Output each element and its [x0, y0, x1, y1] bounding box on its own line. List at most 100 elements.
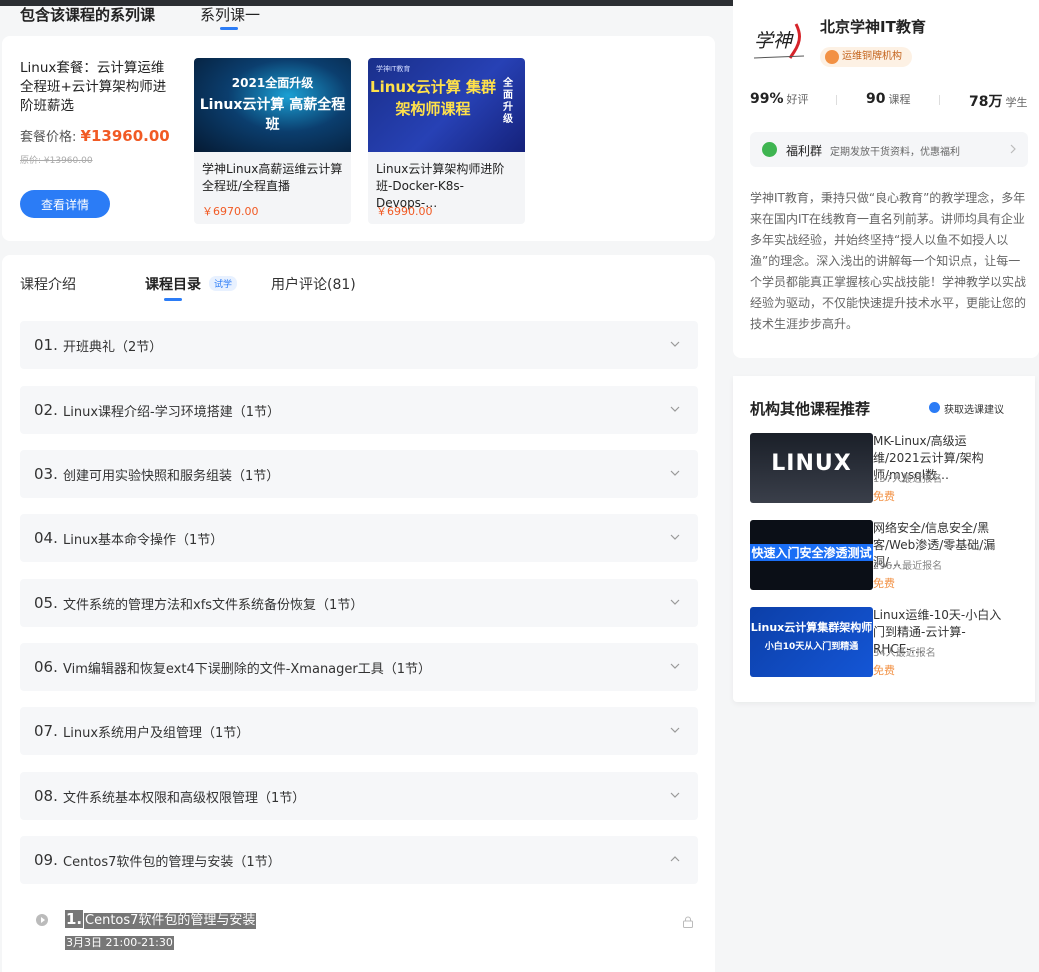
chapter-title: Linux课程介绍-学习环境搭建（1节）	[63, 404, 280, 420]
tab-course-intro[interactable]: 课程介绍	[20, 274, 76, 294]
chapter-title: 创建可用实验快照和服务组装（1节）	[63, 468, 280, 484]
tab-underline	[220, 27, 238, 30]
chapter-item[interactable]: 02. Linux课程介绍-学习环境搭建（1节）	[20, 386, 698, 434]
tab-user-reviews[interactable]: 用户评论(81)	[271, 274, 356, 294]
chapter-number: 04.	[34, 529, 58, 547]
divider	[836, 95, 837, 105]
recommend-thumbnail: LINUX	[750, 433, 873, 503]
chapter-item[interactable]: 01. 开班典礼（2节）	[20, 321, 698, 369]
lesson-item[interactable]: 1. Centos7软件包的管理与安装 3月3日 21:00-21:30	[36, 910, 696, 956]
recommend-price: 免费	[873, 490, 895, 503]
recommend-price: 免费	[873, 664, 895, 677]
chapter-item[interactable]: 04. Linux基本命令操作（1节）	[20, 514, 698, 562]
tab-catalog-label: 课程目录	[145, 277, 201, 293]
recommend-count: 34人最近报名	[873, 648, 936, 659]
thumbnail-headline: Linux云计算 高薪全程班	[199, 97, 346, 133]
thumbnail-side-text: 全面升级	[503, 78, 513, 125]
lesson-time: 3月3日 21:00-21:30	[65, 936, 174, 950]
thumbnail-caption: 2021全面升级	[231, 76, 314, 90]
chevron-down-icon	[670, 406, 680, 412]
recommend-item[interactable]: 快速入门安全渗透测试 网络安全/信息安全/黑客/Web渗透/零基础/漏洞/… 2…	[750, 520, 1025, 590]
welfare-description: 定期发放干货资料，优惠福利	[830, 147, 960, 158]
chapter-title: Vim编辑器和恢复ext4下误删除的文件-Xmanager工具（1节）	[63, 661, 432, 677]
stat-rating: 99% 好评	[750, 91, 809, 107]
welfare-label: 福利群	[786, 144, 823, 158]
recommend-price: 免费	[873, 577, 895, 590]
chapter-number: 05.	[34, 594, 58, 612]
wechat-icon	[762, 142, 777, 157]
chapter-item[interactable]: 05. 文件系统的管理方法和xfs文件系统备份恢复（1节）	[20, 579, 698, 627]
stat-label: 学生	[1005, 96, 1028, 109]
tab-course-catalog[interactable]: 课程目录 试学	[145, 274, 238, 294]
chapter-item[interactable]: 06. Vim编辑器和恢复ext4下误删除的文件-Xmanager工具（1节）	[20, 643, 698, 691]
chapter-number: 08.	[34, 787, 58, 805]
series-card: Linux套餐：云计算运维全程班+云计算架构师进阶班薪选 套餐价格: ¥1396…	[2, 36, 715, 241]
chevron-right-icon	[1010, 144, 1016, 154]
course-name[interactable]: 学神Linux高薪运维云计算全程班/全程直播	[202, 161, 345, 195]
chevron-down-icon	[670, 470, 680, 476]
chapter-title: Centos7软件包的管理与安装（1节）	[63, 854, 281, 870]
organization-card: 学神 北京学神IT教育 运维铜牌机构 99% 好评 90 课程 78万 学生 福利群 …	[733, 0, 1039, 358]
course-thumbnail: 学神IT教育 Linux云计算 集群架构师课程 全面升级	[368, 58, 525, 152]
thumbnail-subline: 小白10天从入门到精通	[764, 642, 859, 652]
stat-courses: 90 课程	[866, 91, 910, 107]
chapter-number: 01.	[34, 336, 58, 354]
chevron-down-icon	[670, 599, 680, 605]
divider	[939, 95, 940, 105]
chapter-item[interactable]: 03. 创建可用实验快照和服务组装（1节）	[20, 450, 698, 498]
lesson-title: Centos7软件包的管理与安装	[84, 913, 257, 929]
package-price-row: 套餐价格: ¥13960.00	[20, 126, 170, 145]
stat-value: 90	[866, 91, 886, 107]
chevron-down-icon	[670, 341, 680, 347]
recommend-card: 机构其他课程推荐 获取选课建议 LINUX MK-Linux/高级运维/2021…	[733, 376, 1035, 702]
chapter-item[interactable]: 07. Linux系统用户及组管理（1节）	[20, 707, 698, 755]
stat-label: 课程	[888, 93, 911, 106]
package-price-label: 套餐价格:	[20, 130, 77, 145]
chapter-number: 09.	[34, 851, 58, 869]
svg-text:学神: 学神	[754, 30, 794, 52]
chapter-number: 07.	[34, 722, 58, 740]
recommend-item[interactable]: Linux云计算集群架构师 小白10天从入门到精通 Linux运维-10天-小白…	[750, 607, 1025, 677]
stat-label: 好评	[786, 93, 809, 106]
series-course-card[interactable]: 学神IT教育 Linux云计算 集群架构师课程 全面升级 Linux云计算架构师…	[368, 58, 525, 224]
lock-icon	[683, 916, 693, 928]
chapter-number: 02.	[34, 401, 58, 419]
course-price: ￥6970.00	[202, 205, 259, 218]
series-header: 包含该课程的系列课 系列课一	[20, 0, 715, 36]
recommend-title: 机构其他课程推荐	[750, 400, 871, 418]
chapter-number: 06.	[34, 658, 58, 676]
recommend-item[interactable]: LINUX MK-Linux/高级运维/2021云计算/架构师/mysql数… …	[750, 433, 1025, 503]
chevron-up-icon	[670, 856, 680, 862]
chapter-item-expanded[interactable]: 09. Centos7软件包的管理与安装（1节）	[20, 836, 698, 884]
series-course-card[interactable]: 2021全面升级 Linux云计算 高薪全程班 学神Linux高薪运维云计算全程…	[194, 58, 351, 224]
thumbnail-caption: 学神IT教育	[376, 65, 411, 73]
chapter-item[interactable]: 08. 文件系统基本权限和高级权限管理（1节）	[20, 772, 698, 820]
recommend-count: 296人最近报名	[873, 561, 943, 572]
lesson-number: 1.	[65, 910, 84, 928]
thumbnail-headline: Linux云计算 集群架构师课程	[370, 78, 496, 118]
get-course-advice-link[interactable]: 获取选课建议	[929, 401, 1004, 416]
org-name[interactable]: 北京学神IT教育	[820, 16, 926, 37]
chevron-down-icon	[670, 792, 680, 798]
view-details-button[interactable]: 查看详情	[20, 190, 110, 218]
chapter-title: Linux系统用户及组管理（1节）	[63, 725, 250, 741]
welfare-group-row[interactable]: 福利群 定期发放干货资料，优惠福利	[750, 132, 1028, 167]
package-price: ¥13960.00	[80, 127, 170, 145]
chapter-title: 开班典礼（2节）	[63, 339, 163, 355]
recommend-count: 157人最近报名	[873, 474, 943, 485]
trial-badge: 试学	[209, 276, 238, 291]
series-section-title: 包含该课程的系列课	[20, 6, 156, 24]
org-logo[interactable]: 学神	[750, 18, 808, 62]
chapter-title: 文件系统的管理方法和xfs文件系统备份恢复（1节）	[63, 597, 364, 613]
course-catalog-panel: 课程介绍 课程目录 试学 用户评论(81) 01. 开班典礼（2节） 02. Li…	[2, 255, 715, 972]
course-thumbnail: 2021全面升级 Linux云计算 高薪全程班	[194, 58, 351, 152]
stat-value: 99%	[750, 91, 784, 107]
tab-series-one[interactable]: 系列课一	[200, 4, 260, 25]
package-original-price: 原价: ¥13960.00	[20, 156, 93, 166]
org-description: 学神IT教育，秉持只做“良心教育”的教学理念，多年来在国内IT在线教育一直名列前…	[750, 191, 1027, 331]
thumbnail-headline: Linux云计算集群架构师	[750, 621, 873, 634]
thumbnail-headline: LINUX	[771, 451, 852, 476]
chevron-down-icon	[670, 727, 680, 733]
org-badge: 运维铜牌机构	[820, 47, 912, 67]
play-icon	[36, 914, 48, 926]
